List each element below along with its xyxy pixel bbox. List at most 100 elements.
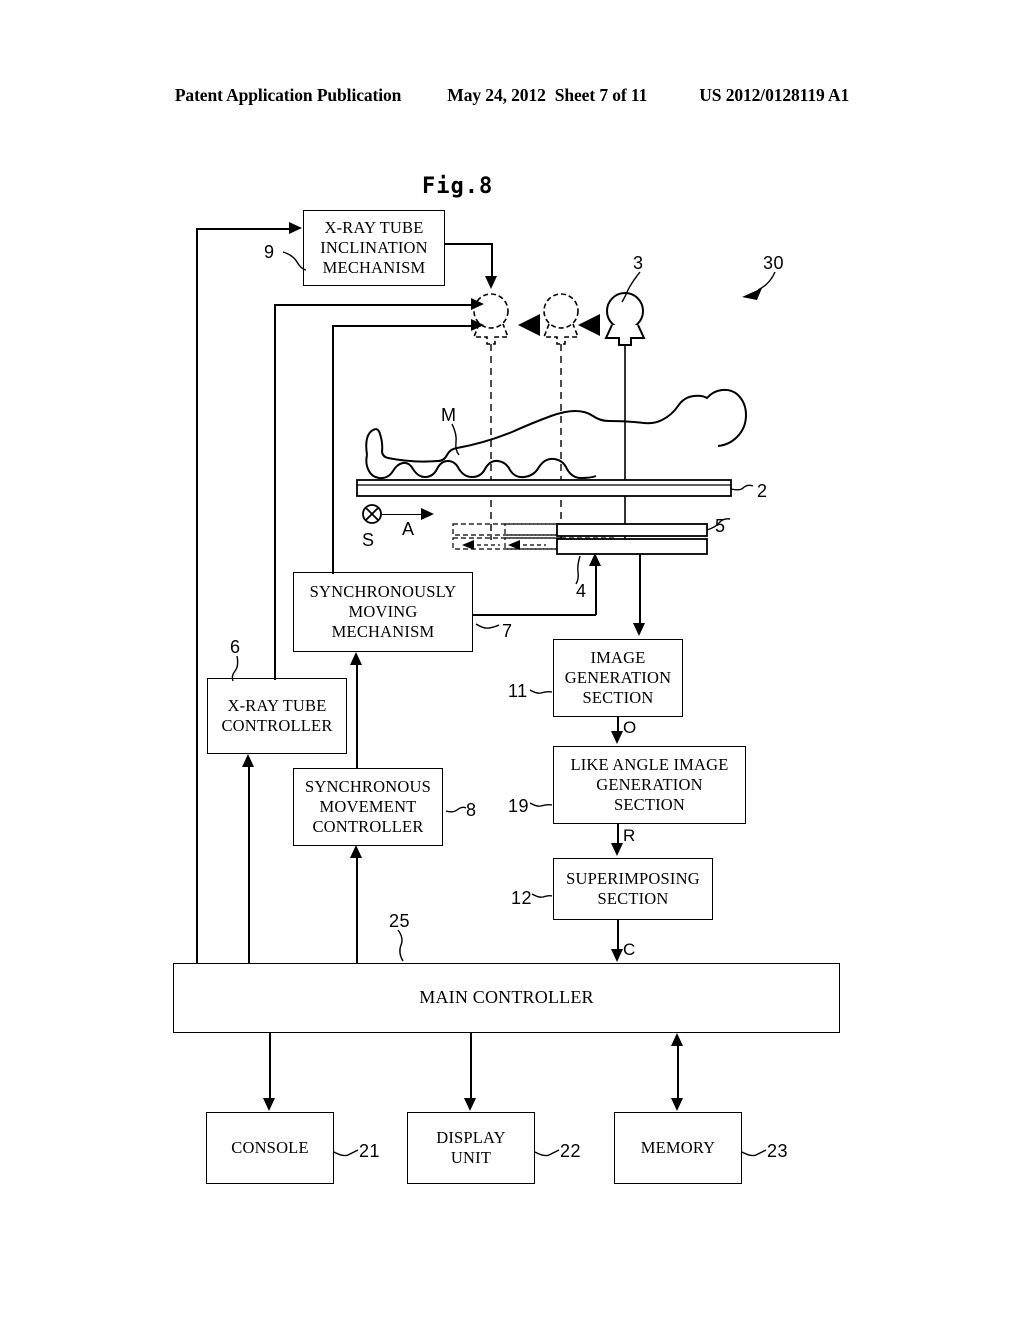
box-line: SYNCHRONOUSLY — [309, 581, 457, 601]
sheet-label: Sheet 7 of 11 — [554, 85, 648, 105]
box-main-controller: MAIN CONTROLLER — [173, 963, 840, 1033]
connector-maincontroller-to-inclination-horizontal — [196, 228, 290, 230]
arrowhead-maincontroller-to-console — [263, 1098, 275, 1111]
leader-ref-8 — [445, 806, 467, 813]
box-memory: MEMORY — [614, 1112, 742, 1184]
box-line: CONSOLE — [231, 1137, 309, 1157]
leader-ref-30-arrowhead — [742, 288, 762, 300]
leader-marker-m — [451, 423, 460, 456]
ref-numeral-12: 12 — [511, 888, 533, 908]
box-line: DISPLAY — [436, 1127, 506, 1147]
connector-tubecontroller-to-tube-horizontal — [274, 304, 472, 306]
leader-ref-19 — [529, 802, 553, 807]
arrowhead-memory-to-maincontroller — [671, 1033, 683, 1046]
leader-ref-21 — [333, 1149, 359, 1157]
patient-body-outline — [365, 388, 748, 480]
leader-ref-4 — [575, 555, 581, 585]
ref-numeral-4: 4 — [576, 581, 587, 601]
arrowhead-to-inclination-mechanism — [289, 222, 302, 234]
ref-numeral-8: 8 — [466, 800, 477, 820]
connector-syncmovementcontroller-to-syncmech — [356, 664, 358, 769]
publication-date: May 24, 2012 — [447, 85, 546, 105]
arrowhead-tubecontroller-to-tube — [471, 298, 484, 310]
connector-syncmech-to-detector-horizontal — [472, 614, 596, 616]
box-synchronous-movement-controller: SYNCHRONOUS MOVEMENT CONTROLLER — [293, 768, 443, 846]
connector-syncmech-to-tube-horizontal — [332, 325, 472, 327]
box-line: INCLINATION — [320, 237, 428, 257]
arrowhead-inclination-to-tube — [485, 276, 497, 289]
arrowhead-syncmech-to-detector — [589, 553, 601, 566]
marker-subject-m: M — [441, 405, 457, 425]
box-line: X-RAY TUBE — [324, 217, 424, 237]
connector-maincontroller-to-display — [470, 1033, 472, 1101]
ref-numeral-19: 19 — [508, 796, 530, 816]
publication-label: Patent Application Publication — [174, 85, 402, 105]
arrowhead-likeangle-to-superimposing — [611, 843, 623, 856]
box-line: CONTROLLER — [221, 716, 333, 735]
box-line: SECTION — [597, 889, 669, 908]
connector-maincontroller-to-inclination-vertical — [196, 228, 198, 964]
box-line: GENERATION — [596, 774, 703, 794]
connector-tubecontroller-riser — [274, 304, 276, 680]
arrowhead-maincontroller-to-syncmovementcontroller — [350, 845, 362, 858]
connector-inclination-to-tube-horizontal — [444, 243, 492, 245]
box-superimposing-section: SUPERIMPOSING SECTION — [553, 858, 713, 920]
ref-numeral-21: 21 — [359, 1141, 381, 1161]
box-display-unit: DISPLAY UNIT — [407, 1112, 535, 1184]
connector-detector-to-imagegen-vertical — [639, 545, 641, 626]
box-line: MOVING — [348, 601, 418, 621]
signal-tag-o: O — [623, 718, 637, 737]
ref-numeral-9: 9 — [264, 242, 275, 262]
connector-maincontroller-to-tubecontroller — [248, 766, 250, 964]
box-line: MECHANISM — [322, 258, 426, 278]
figure-title: Fig.8 — [422, 174, 494, 199]
ref-numeral-5: 5 — [715, 516, 726, 536]
box-line: SECTION — [613, 795, 686, 815]
box-line: MECHANISM — [331, 622, 435, 642]
box-line: LIKE ANGLE IMAGE — [570, 754, 729, 774]
direction-arrow-a-head — [421, 508, 434, 520]
box-like-angle-image-generation-section: LIKE ANGLE IMAGE GENERATION SECTION — [553, 746, 746, 824]
arrowhead-maincontroller-to-memory — [671, 1098, 683, 1111]
box-line: IMAGE — [590, 647, 646, 667]
box-xray-tube-inclination-mechanism: X-RAY TUBE INCLINATION MECHANISM — [303, 210, 445, 286]
leader-ref-2 — [730, 484, 754, 491]
arrowhead-tube-shift-left-2 — [578, 314, 600, 336]
box-line: CONTROLLER — [312, 817, 424, 837]
detector-ghost-positions — [452, 523, 616, 550]
leader-ref-30 — [757, 271, 776, 291]
box-line: X-RAY TUBE — [227, 695, 327, 715]
leader-ref-22 — [534, 1149, 560, 1157]
arrowhead-imagegen-to-likeangle — [611, 731, 623, 744]
ref-numeral-30: 30 — [763, 253, 785, 273]
box-line: UNIT — [450, 1148, 492, 1167]
signal-tag-r: R — [623, 826, 636, 845]
page-header: Patent Application Publication May 24, 2… — [0, 85, 1024, 115]
box-line: GENERATION — [564, 667, 672, 687]
ref-numeral-7: 7 — [502, 621, 513, 641]
leader-ref-23 — [741, 1149, 767, 1157]
ref-numeral-3: 3 — [633, 253, 644, 273]
box-image-generation-section: IMAGE GENERATION SECTION — [553, 639, 683, 717]
ref-numeral-22: 22 — [560, 1141, 582, 1161]
arrowhead-superimposing-to-maincontroller — [611, 949, 623, 962]
ref-numeral-11: 11 — [508, 681, 528, 701]
marker-direction-a: A — [402, 519, 415, 539]
connector-superimposing-to-maincontroller — [617, 920, 619, 951]
arrowhead-maincontroller-to-display — [464, 1098, 476, 1111]
signal-tag-c: C — [623, 940, 636, 959]
ref-numeral-6: 6 — [230, 637, 241, 657]
detector-panel — [556, 523, 708, 555]
leader-ref-7 — [475, 623, 500, 629]
box-line: MAIN CONTROLLER — [419, 987, 594, 1008]
arrowhead-maincontroller-to-tubecontroller — [242, 754, 254, 767]
box-synchronously-moving-mechanism: SYNCHRONOUSLY MOVING MECHANISM — [293, 572, 473, 652]
box-line: SYNCHRONOUS — [305, 776, 431, 796]
box-line: MEMORY — [640, 1137, 716, 1157]
connector-syncmech-riser — [332, 325, 334, 574]
xray-tube-ghost-2 — [542, 293, 580, 540]
ref-numeral-23: 23 — [767, 1141, 789, 1161]
patent-number: US 2012/0128119 A1 — [699, 85, 850, 105]
direction-arrow-a-line — [381, 514, 423, 516]
marker-direction-s: S — [362, 530, 375, 550]
